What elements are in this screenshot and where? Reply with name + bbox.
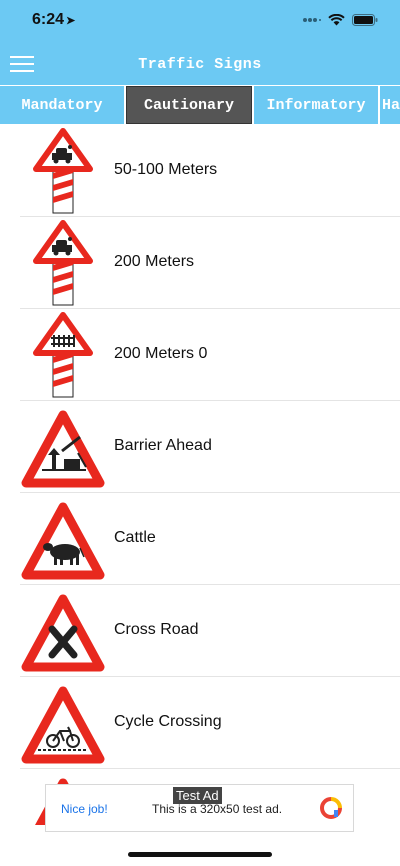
app-bar: Traffic Signs: [0, 44, 400, 85]
test-ad-tag: Test Ad: [173, 787, 222, 804]
list-item[interactable]: 200 Meters: [0, 217, 400, 309]
sign-list: 50-100 Meters 200 Meters 200 Meters 0 Ba…: [0, 125, 400, 825]
list-item[interactable]: Cross Road: [0, 585, 400, 677]
railway-crossing-50-100m-icon: [33, 128, 93, 214]
sign-label: Cattle: [114, 529, 156, 546]
gated-railway-crossing-200m-icon: [33, 312, 93, 398]
tab-cautionary[interactable]: Cautionary: [126, 86, 252, 124]
sign-label: 200 Meters: [114, 253, 195, 270]
status-time: 6:24 ➤: [32, 11, 76, 28]
list-item[interactable]: Cattle: [0, 493, 400, 585]
ad-logo-icon: [320, 797, 342, 819]
list-item[interactable]: 50-100 Meters: [0, 125, 400, 217]
sign-label: Cycle Crossing: [114, 713, 222, 730]
home-indicator: [128, 852, 272, 857]
barrier-ahead-icon: [21, 410, 105, 488]
tab-informatory[interactable]: Informatory: [254, 86, 378, 124]
wifi-icon: [328, 14, 345, 26]
railway-crossing-200m-icon: [33, 220, 93, 306]
cycle-crossing-icon: [21, 686, 105, 764]
list-item[interactable]: Barrier Ahead: [0, 401, 400, 493]
list-item[interactable]: Cycle Crossing: [0, 677, 400, 769]
sign-label: 50-100 Meters: [114, 161, 218, 178]
tab-hazard[interactable]: Ha: [380, 86, 400, 124]
app-title: Traffic Signs: [138, 56, 262, 73]
location-arrow-icon: ➤: [66, 15, 76, 27]
battery-icon: [352, 14, 378, 26]
list-item[interactable]: 200 Meters 0: [0, 309, 400, 401]
cross-road-icon: [21, 594, 105, 672]
status-icons: [303, 14, 378, 26]
ad-nice-text: Nice job!: [61, 802, 108, 816]
ad-body-text: This is a 320x50 test ad.: [152, 802, 283, 816]
category-tabs: Mandatory Cautionary Informatory Ha: [0, 85, 400, 125]
cattle-icon: [21, 502, 105, 580]
sign-label: 200 Meters 0: [114, 345, 208, 362]
signal-dots-icon: [303, 18, 321, 22]
sign-label: Cross Road: [114, 621, 199, 638]
tab-mandatory[interactable]: Mandatory: [0, 86, 124, 124]
status-bar: 6:24 ➤: [0, 0, 400, 44]
sign-label: Barrier Ahead: [114, 437, 212, 454]
